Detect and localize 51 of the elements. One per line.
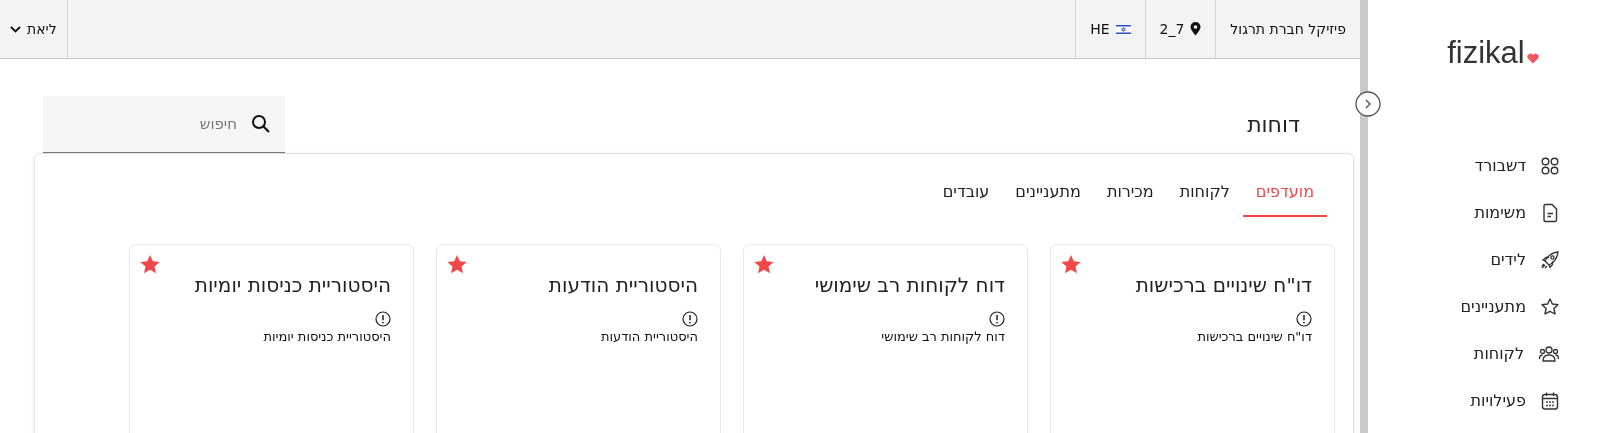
nav-item[interactable]: דשבורד <box>1368 142 1560 189</box>
report-title: דוח לקוחות רב שימושי <box>814 273 1005 298</box>
filled-star-icon[interactable] <box>446 254 468 275</box>
branch-label[interactable]: 7_2 <box>1159 21 1185 37</box>
star-icon <box>1540 296 1560 317</box>
company-name[interactable]: פיזיקל חברת תרגול <box>1215 0 1360 58</box>
logo-text: fizikal <box>1447 36 1525 70</box>
report-card[interactable]: דוח לקוחות רב שימושי דוח לקוחות רב שימושי <box>743 244 1028 433</box>
nav-item[interactable]: פעילויות <box>1368 377 1560 424</box>
tab[interactable]: לקוחות <box>1166 174 1243 217</box>
nav-item[interactable]: משימות <box>1368 189 1560 236</box>
report-card[interactable]: היסטוריית הודעות היסטוריית הודעות <box>436 244 721 433</box>
tab[interactable]: מועדפים <box>1242 174 1327 217</box>
report-card[interactable]: דו"ח שינויים ברכישות דו"ח שינויים ברכישות <box>1050 244 1335 433</box>
search-icon <box>251 114 271 134</box>
rocket-icon <box>1540 249 1560 270</box>
filled-star-icon[interactable] <box>753 254 775 275</box>
location-pin-icon <box>1190 22 1202 36</box>
info-icon[interactable] <box>1296 311 1312 327</box>
nav-item[interactable]: לקוחות <box>1368 330 1560 377</box>
info-icon[interactable] <box>682 311 698 327</box>
report-description: דוח לקוחות רב שימושי <box>881 329 1005 344</box>
document-icon <box>1540 202 1560 223</box>
tab[interactable]: מתעניינים <box>1002 174 1094 217</box>
chevron-down-icon <box>10 25 21 33</box>
info-icon[interactable] <box>989 311 1005 327</box>
flag-icon <box>1115 23 1131 35</box>
tab[interactable]: עובדים <box>929 174 1003 217</box>
language-selector[interactable]: HE <box>1090 21 1110 37</box>
report-description: היסטוריית הודעות <box>601 329 698 344</box>
report-card[interactable]: היסטוריית כניסות יומיות היסטוריית כניסות יומיות <box>129 244 414 433</box>
info-icon[interactable] <box>375 311 391 327</box>
tab[interactable]: מכירות <box>1093 174 1167 217</box>
heart-icon <box>1526 53 1539 64</box>
scrollbar[interactable] <box>1360 0 1368 433</box>
search-field[interactable]: חיפוש <box>43 96 285 153</box>
people-icon <box>1538 343 1560 364</box>
report-title: היסטוריית הודעות <box>548 273 698 298</box>
filled-star-icon[interactable] <box>1060 254 1082 275</box>
page-title: דוחות <box>1247 112 1300 137</box>
report-description: היסטוריית כניסות יומיות <box>263 329 391 344</box>
report-description: דו"ח שינויים ברכישות <box>1197 329 1312 344</box>
user-menu[interactable]: ליאת <box>0 0 67 58</box>
report-title: דו"ח שינויים ברכישות <box>1135 273 1312 298</box>
nav-item[interactable]: מתעניינים <box>1368 283 1560 330</box>
expand-button[interactable] <box>1355 91 1381 117</box>
nav-item[interactable]: לידים <box>1368 236 1560 283</box>
filled-star-icon[interactable] <box>139 254 161 275</box>
calendar-icon <box>1540 390 1560 411</box>
grid-icon <box>1540 155 1560 176</box>
report-title: היסטוריית כניסות יומיות <box>194 273 391 298</box>
